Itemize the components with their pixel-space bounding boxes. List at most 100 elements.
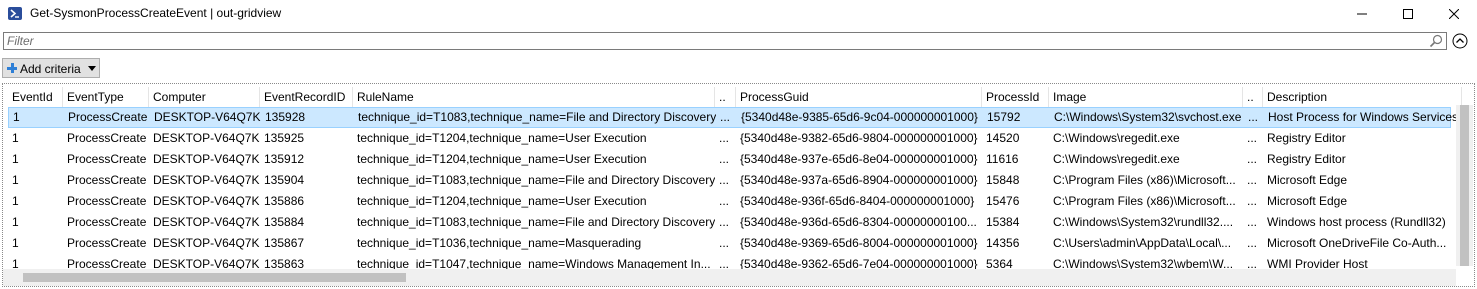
table-cell-image: C:\Users\admin\AppData\Local\...	[1053, 236, 1232, 250]
table-cell-collapsed-2: ...	[1248, 110, 1259, 124]
table-cell-image: C:\Program Files (x86)\Microsoft...	[1053, 173, 1236, 187]
table-cell-eventtype: ProcessCreate	[67, 131, 147, 145]
table-cell-eventtype: ProcessCreate	[67, 152, 147, 166]
table-cell-eventid: 1	[12, 194, 19, 208]
horizontal-scrollbar[interactable]	[3, 269, 1456, 286]
column-header-collapsed-1[interactable]: ..	[715, 87, 736, 107]
horizontal-scroll-thumb[interactable]	[23, 273, 406, 282]
powershell-icon	[8, 7, 22, 20]
table-cell-eventtype: ProcessCreate	[67, 236, 147, 250]
plus-icon	[7, 63, 17, 73]
table-cell-computer: DESKTOP-V64Q7KI	[153, 152, 260, 166]
table-cell-processguid: {5340d48e-9385-65d6-9c04-000000001000}	[741, 110, 978, 124]
table-cell-eventrecordid: 135886	[264, 194, 305, 208]
table-cell-description: Microsoft Edge	[1267, 173, 1348, 187]
table-cell-eventtype: ProcessCreate	[67, 194, 147, 208]
table-cell-rulename: technique_id=T1204,technique_name=User E…	[357, 131, 647, 145]
table-cell-eventtype: ProcessCreate	[67, 215, 147, 229]
column-header-eventid[interactable]: EventId	[8, 87, 63, 107]
table-cell-computer: DESKTOP-V64Q7KI	[153, 173, 260, 187]
table-cell-processguid: {5340d48e-937a-65d6-8904-000000001000}	[740, 173, 978, 187]
table-cell-rulename: technique_id=T1204,technique_name=User E…	[357, 194, 647, 208]
table-cell-collapsed-1: ...	[719, 131, 730, 145]
table-cell-description: Registry Editor	[1267, 152, 1346, 166]
table-cell-computer: DESKTOP-V64Q7KI	[154, 110, 261, 124]
dropdown-arrow-icon	[88, 66, 96, 71]
maximize-icon	[1403, 9, 1413, 19]
column-header-eventrecordid[interactable]: EventRecordID	[260, 87, 353, 107]
table-cell-eventid: 1	[12, 131, 19, 145]
table-cell-processguid: {5340d48e-9382-65d6-9804-000000001000}	[740, 131, 978, 145]
table-cell-collapsed-1: ...	[719, 194, 730, 208]
table-cell-collapsed-1: ...	[719, 152, 730, 166]
table-cell-processid: 14356	[986, 236, 1020, 250]
table-cell-processguid: {5340d48e-937e-65d6-8e04-000000001000}	[740, 152, 978, 166]
search-icon[interactable]	[1429, 34, 1443, 48]
table-cell-computer: DESKTOP-V64Q7KI	[153, 131, 260, 145]
table-cell-description: Host Process for Windows Services	[1268, 110, 1459, 124]
table-cell-rulename: technique_id=T1083,technique_name=File a…	[357, 215, 715, 229]
column-header-processguid[interactable]: ProcessGuid	[736, 87, 982, 107]
table-row[interactable]: 1 ProcessCreate DESKTOP-V64Q7KI 135867 techn…	[8, 233, 1451, 254]
table-cell-eventid: 1	[12, 173, 19, 187]
close-icon	[1449, 9, 1459, 19]
add-criteria-label: Add criteria	[20, 62, 81, 76]
table-cell-description: Microsoft Edge	[1267, 194, 1348, 208]
vertical-scrollbar[interactable]	[1456, 105, 1473, 266]
maximize-button[interactable]	[1385, 0, 1431, 28]
table-cell-collapsed-1: ...	[719, 215, 730, 229]
column-header-description[interactable]: Description	[1263, 87, 1462, 107]
add-criteria-button[interactable]: Add criteria	[2, 58, 100, 78]
table-cell-processid: 11616	[986, 152, 1019, 166]
table-row[interactable]: 1 ProcessCreate DESKTOP-V64Q7KI 135925 techn…	[8, 128, 1451, 149]
table-cell-image: C:\Windows\System32\svchost.exe	[1054, 110, 1242, 124]
chevron-up-icon	[1452, 33, 1468, 49]
vertical-scroll-thumb[interactable]	[1460, 105, 1469, 266]
column-header-computer[interactable]: Computer	[149, 87, 260, 107]
table-cell-rulename: technique_id=T1204,technique_name=User E…	[357, 152, 647, 166]
table-cell-collapsed-2: ...	[1247, 194, 1258, 208]
table-row[interactable]: 1 ProcessCreate DESKTOP-V64Q7KI 135884 techn…	[8, 212, 1451, 233]
table-cell-collapsed-1: ...	[719, 236, 730, 250]
table-cell-rulename: technique_id=T1036,technique_name=Masque…	[357, 236, 642, 250]
table-cell-processguid: {5340d48e-9369-65d6-8004-000000001000}	[740, 236, 978, 250]
table-cell-eventid: 1	[13, 110, 20, 124]
table-cell-eventrecordid: 135925	[264, 131, 305, 145]
table-cell-collapsed-2: ...	[1247, 173, 1258, 187]
column-header-collapsed-2[interactable]: ..	[1243, 87, 1263, 107]
table-cell-processguid: {5340d48e-936f-65d6-8404-000000001000}	[740, 194, 975, 208]
table-cell-eventid: 1	[12, 215, 19, 229]
table-cell-description: Microsoft OneDriveFile Co-Auth...	[1267, 236, 1447, 250]
collapse-criteria-button[interactable]	[1452, 33, 1468, 49]
table-cell-eventrecordid: 135884	[264, 215, 305, 229]
table-cell-processid: 14520	[986, 131, 1020, 145]
close-button[interactable]	[1431, 0, 1477, 28]
filter-box	[3, 32, 1447, 50]
filter-input[interactable]	[7, 33, 1417, 49]
table-cell-eventtype: ProcessCreate	[67, 173, 147, 187]
table-cell-eventrecordid: 135867	[264, 236, 305, 250]
table-cell-eventid: 1	[12, 236, 19, 250]
table-cell-eventrecordid: 135928	[265, 110, 306, 124]
column-header-rulename[interactable]: RuleName	[353, 87, 715, 107]
table-row[interactable]: 1 ProcessCreate DESKTOP-V64Q7KI 135904 techn…	[8, 170, 1451, 191]
column-header-eventtype[interactable]: EventType	[63, 87, 149, 107]
table-cell-image: C:\Windows\regedit.exe	[1053, 131, 1180, 145]
table-cell-description: Registry Editor	[1267, 131, 1346, 145]
table-row[interactable]: 1 ProcessCreate DESKTOP-V64Q7KI 135886 techn…	[8, 191, 1451, 212]
table-row[interactable]: 1 ProcessCreate DESKTOP-V64Q7KI 135912 techn…	[8, 149, 1451, 170]
table-cell-computer: DESKTOP-V64Q7KI	[153, 194, 260, 208]
column-header-image[interactable]: Image	[1049, 87, 1243, 107]
window-title: Get-SysmonProcessCreateEvent | out-gridv…	[30, 6, 282, 20]
minimize-button[interactable]	[1339, 0, 1385, 28]
table-cell-processid: 15792	[987, 110, 1021, 124]
table-row[interactable]: 1 ProcessCreate DESKTOP-V64Q7KI 135928 techn…	[8, 107, 1458, 128]
table-cell-eventid: 1	[12, 152, 19, 166]
column-header-row: EventId EventType Computer EventRecordID Rul…	[8, 87, 1468, 107]
table-cell-description: Windows host process (Rundll32)	[1267, 215, 1446, 229]
table-cell-collapsed-2: ...	[1247, 131, 1258, 145]
column-header-processid[interactable]: ProcessId	[982, 87, 1049, 107]
table-cell-eventrecordid: 135912	[264, 152, 305, 166]
table-cell-processguid: {5340d48e-936d-65d6-8304-00000000100...	[740, 215, 977, 229]
table-cell-processid: 15848	[986, 173, 1020, 187]
